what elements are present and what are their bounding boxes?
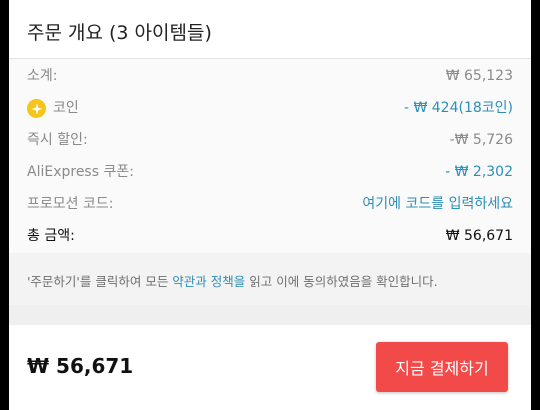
instant-discount-value: -₩ 5,726 (449, 132, 513, 148)
pay-now-button[interactable]: 지금 결제하기 (376, 342, 508, 392)
footer-total-price: ₩ 56,671 (27, 354, 134, 378)
total-row: 총 금액: ₩ 56,671 (9, 224, 531, 248)
terms-notice-before: '주문하기'를 클릭하여 모든 (27, 274, 173, 289)
coupon-row: AliExpress 쿠폰: - ₩ 2,302 (9, 160, 531, 184)
coins-row: 코인 - ₩ 424(18코인) (9, 96, 531, 120)
promo-code-row: 프로모션 코드: 여기에 코드를 입력하세요 (9, 192, 531, 216)
subtotal-value: ₩ 65,123 (445, 68, 513, 84)
coin-icon (27, 99, 46, 118)
section-gap (9, 305, 531, 325)
terms-notice: '주문하기'를 클릭하여 모든 약관과 정책을 읽고 이에 동의하였음을 확인합… (9, 253, 531, 305)
terms-policy-link[interactable]: 약관과 정책을 (172, 274, 245, 289)
coupon-label: AliExpress 쿠폰: (27, 164, 134, 180)
price-details: 소계: ₩ 65,123 코인 - ₩ 424(18코인) 즉시 할인: -₩ … (9, 58, 531, 253)
divider (9, 58, 531, 59)
instant-discount-label: 즉시 할인: (27, 132, 88, 148)
terms-notice-after: 읽고 이에 동의하였음을 확인합니다. (245, 274, 438, 289)
promo-code-input-link[interactable]: 여기에 코드를 입력하세요 (362, 192, 513, 216)
order-summary-title: 주문 개요 (3 아이템들) (27, 22, 212, 44)
promo-code-label: 프로모션 코드: (27, 196, 114, 212)
total-value: ₩ 56,671 (445, 228, 513, 244)
order-summary-panel: 주문 개요 (3 아이템들) 소계: ₩ 65,123 코인 - ₩ 424(1… (9, 0, 531, 410)
instant-discount-row: 즉시 할인: -₩ 5,726 (9, 128, 531, 152)
coupon-value[interactable]: - ₩ 2,302 (445, 160, 513, 184)
terms-notice-text: '주문하기'를 클릭하여 모든 약관과 정책을 읽고 이에 동의하였음을 확인합… (27, 271, 438, 290)
total-label: 총 금액: (27, 228, 75, 244)
coins-label: 코인 (53, 100, 79, 116)
coins-value[interactable]: - ₩ 424(18코인) (404, 96, 513, 120)
checkout-footer: ₩ 56,671 지금 결제하기 (9, 325, 531, 410)
subtotal-label: 소계: (27, 68, 58, 84)
subtotal-row: 소계: ₩ 65,123 (9, 64, 531, 88)
